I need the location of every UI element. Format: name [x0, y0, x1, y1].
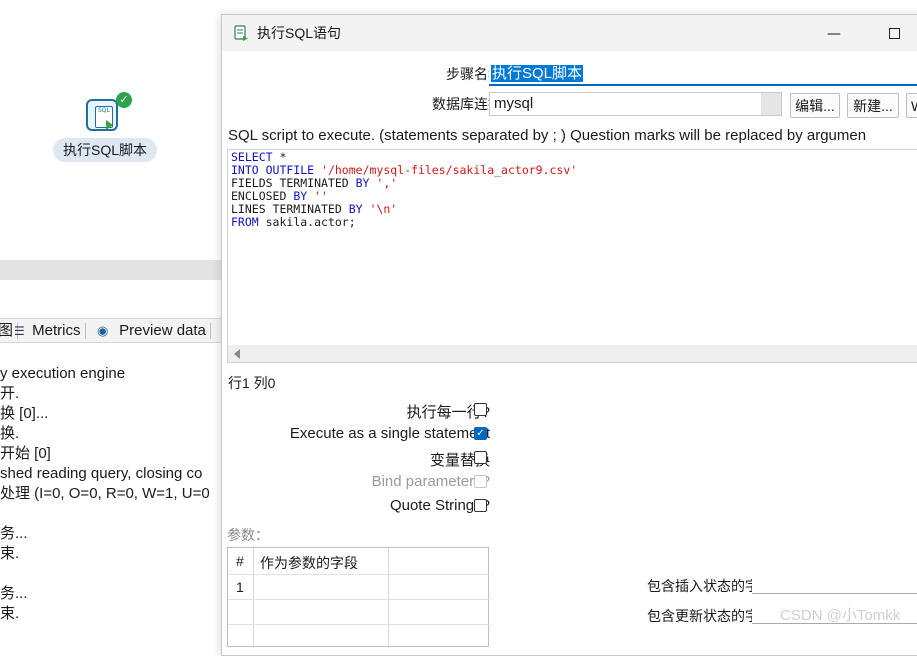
log-line: 务... [0, 525, 28, 542]
db-connection-select[interactable]: mysql [489, 92, 782, 116]
log-line: 处理 (I=0, O=0, R=0, W=1, U=0 [0, 485, 210, 502]
horizontal-scrollbar[interactable] [228, 345, 917, 362]
table-header-index: # [236, 553, 244, 569]
step-label[interactable]: 执行SQL脚本 [53, 138, 157, 162]
option-execute-each-row-checkbox[interactable] [474, 403, 487, 416]
db-connection-value: mysql [494, 95, 534, 112]
scroll-left-icon[interactable] [234, 349, 240, 359]
table-row-index: 1 [236, 579, 244, 595]
parameters-table[interactable]: # 作为参数的字段 1 [227, 547, 490, 648]
cursor-position: 行1 列0 [228, 375, 276, 391]
log-line: 束. [0, 605, 20, 622]
sql-description: SQL script to execute. (statements separ… [228, 127, 867, 144]
maximize-button[interactable] [880, 23, 910, 45]
transformation-canvas[interactable]: SQL ✓ 执行SQL脚本 [0, 0, 222, 260]
option-quote-strings-checkbox[interactable] [474, 499, 487, 512]
tab-image-label: 图 [0, 322, 14, 339]
new-connection-button[interactable]: 新建... [847, 93, 899, 118]
table-cell-field[interactable] [260, 579, 385, 599]
edit-connection-button[interactable]: 编辑... [790, 93, 840, 118]
option-bind-parameters-label: Bind parameters? [371, 473, 490, 490]
option-single-statement-label: Execute as a single statement [289, 425, 490, 442]
execute-sql-dialog: 执行SQL语句 — 步骤名称 执行SQL脚本 数据库连接 mysql 编辑...… [221, 14, 917, 656]
sql-script-step[interactable]: SQL ✓ [86, 92, 132, 135]
minimize-button[interactable]: — [819, 23, 849, 45]
dialog-titlebar[interactable]: 执行SQL语句 — [222, 15, 917, 51]
step-name-value: 执行SQL脚本 [491, 65, 584, 82]
log-line: 开始 [0] [0, 445, 51, 462]
insert-status-field[interactable] [752, 571, 917, 594]
option-bind-parameters-checkbox [474, 475, 487, 488]
minimize-icon: — [827, 26, 841, 42]
tab-preview-data[interactable]: ◉ Preview data [97, 319, 212, 342]
step-name-input[interactable]: 执行SQL脚本 [489, 62, 917, 86]
maximize-icon [889, 28, 900, 39]
dropdown-arrow-icon[interactable] [761, 93, 781, 115]
log-line: 开. [0, 385, 20, 402]
option-single-statement-checkbox[interactable]: ✓ [474, 427, 487, 440]
watermark: CSDN @小Tomkk [780, 607, 901, 624]
table-header-field[interactable]: 作为参数的字段 [260, 553, 358, 573]
log-line: y execution engine [0, 365, 126, 382]
option-variable-substitution-checkbox[interactable] [474, 451, 487, 464]
log-line: shed reading query, closing co [0, 465, 203, 482]
sql-line: FROM sakila.actor; [231, 215, 356, 229]
log-line: 束. [0, 545, 20, 562]
parameters-label: 参数： [227, 527, 269, 543]
dialog-title: 执行SQL语句 [257, 25, 342, 41]
sql-script-icon: SQL [86, 99, 118, 131]
tab-preview-label: Preview data [119, 322, 206, 339]
tab-metrics[interactable]: ☰ Metrics [14, 319, 86, 342]
sql-script-icon [234, 25, 248, 41]
log-tab-bar: 图 ☰ Metrics ◉ Preview data [0, 318, 222, 343]
log-line: 换 [0]... [0, 405, 49, 422]
sql-editor[interactable]: SELECT * INTO OUTFILE '/home/mysql-files/… [227, 149, 917, 363]
metrics-icon: ☰ [14, 324, 25, 338]
eye-icon: ◉ [97, 323, 109, 338]
log-output: y execution engine 开. 换 [0]... 换. 开始 [0]… [0, 364, 222, 631]
log-line: 务... [0, 585, 28, 602]
sql-code[interactable]: SELECT * INTO OUTFILE '/home/mysql-files/… [231, 151, 577, 229]
tab-metrics-label: Metrics [32, 322, 81, 339]
log-line: 换. [0, 425, 20, 442]
checkmark-icon: ✓ [116, 92, 132, 108]
wizard-button[interactable]: W [906, 93, 917, 118]
panel-divider[interactable] [0, 260, 222, 280]
